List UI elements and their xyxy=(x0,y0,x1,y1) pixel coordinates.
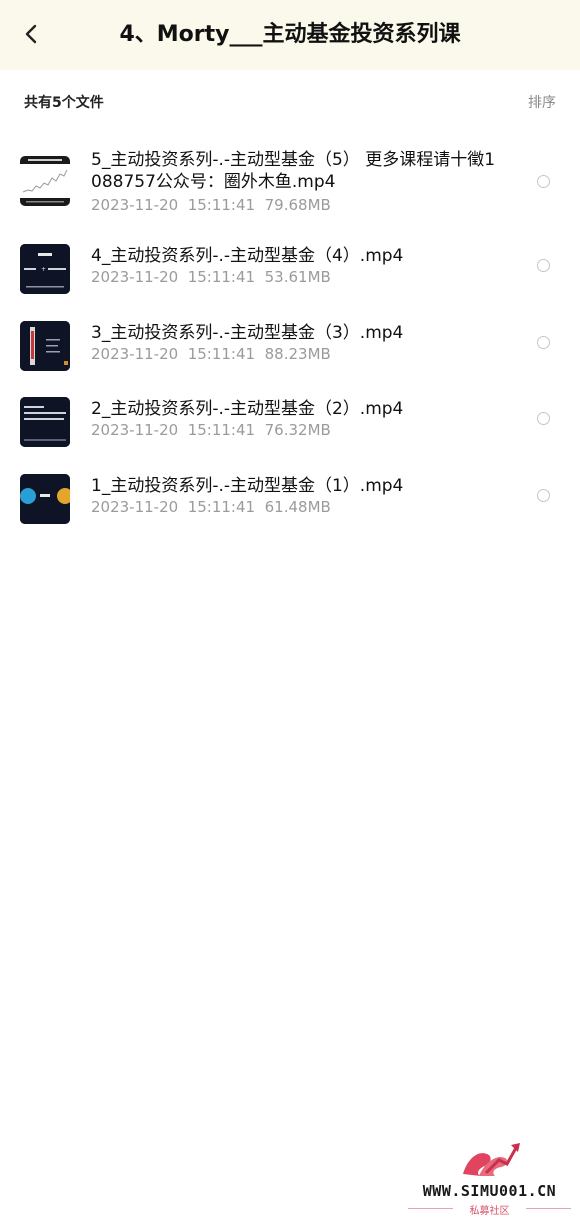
file-list: 5_主动投资系列-.-主动型基金（5） 更多课程请十徵1088757公众号：圈外… xyxy=(0,140,580,535)
watermark: WWW.SIMU001.CN 私募社区 xyxy=(402,1138,577,1218)
file-list-item[interactable]: 2_主动投资系列-.-主动型基金（2）.mp4 2023-11-20 15:11… xyxy=(0,382,580,459)
file-list-item[interactable]: 3_主动投资系列-.-主动型基金（3）.mp4 2023-11-20 15:11… xyxy=(0,306,580,383)
file-meta: 2023-11-20 15:11:41 76.32MB xyxy=(91,421,331,439)
file-date: 2023-11-20 15:11:41 xyxy=(91,497,256,516)
header-bar: 4、Morty___主动基金投资系列课 xyxy=(0,0,580,70)
file-name: 5_主动投资系列-.-主动型基金（5） 更多课程请十徵1088757公众号：圈外… xyxy=(91,150,496,192)
svg-text:+: + xyxy=(41,266,46,273)
sort-button[interactable]: 排序 xyxy=(528,92,556,112)
file-name: 4_主动投资系列-.-主动型基金（4）.mp4 xyxy=(91,246,404,266)
chevron-left-icon xyxy=(25,24,37,44)
file-meta: 2023-11-20 15:11:41 53.61MB xyxy=(91,268,331,286)
file-list-item[interactable]: 1_主动投资系列-.-主动型基金（1）.mp4 2023-11-20 15:11… xyxy=(0,459,580,536)
file-size: 79.68MB xyxy=(264,196,331,214)
video-thumbnail xyxy=(20,156,70,206)
file-name: 3_主动投资系列-.-主动型基金（3）.mp4 xyxy=(91,322,404,343)
file-size: 88.23MB xyxy=(264,344,331,363)
file-meta: 2023-11-20 15:11:41 88.23MB xyxy=(91,345,331,363)
file-date: 2023-11-20 15:11:41 xyxy=(91,268,256,286)
watermark-url: WWW.SIMU001.CN xyxy=(422,1182,557,1200)
file-list-item[interactable]: 5_主动投资系列-.-主动型基金（5） 更多课程请十徵1088757公众号：圈外… xyxy=(0,140,580,229)
select-radio[interactable] xyxy=(537,175,550,188)
file-size: 53.61MB xyxy=(264,268,331,286)
file-date: 2023-11-20 15:11:41 xyxy=(91,344,256,363)
watermark-subtitle: 私募社区 xyxy=(469,1206,510,1217)
select-radio[interactable] xyxy=(537,412,550,425)
video-thumbnail xyxy=(20,397,70,447)
video-thumbnail: + xyxy=(20,244,70,294)
back-button[interactable] xyxy=(14,17,48,51)
file-count-label: 共有5个文件 xyxy=(24,95,104,111)
video-thumbnail xyxy=(20,473,70,524)
file-meta: 2023-11-20 15:11:41 61.48MB xyxy=(91,498,331,516)
file-name: 1_主动投资系列-.-主动型基金（1）.mp4 xyxy=(91,475,404,496)
select-radio[interactable] xyxy=(537,335,550,349)
file-date: 2023-11-20 15:11:41 xyxy=(91,421,256,439)
select-radio[interactable] xyxy=(537,259,550,272)
file-date: 2023-11-20 15:11:41 xyxy=(91,196,256,214)
select-radio[interactable] xyxy=(537,488,550,502)
file-size: 61.48MB xyxy=(264,497,331,516)
page-title: 4、Morty___主动基金投资系列课 xyxy=(119,22,461,47)
file-name: 2_主动投资系列-.-主动型基金（2）.mp4 xyxy=(91,399,404,419)
watermark-divider-right xyxy=(526,1208,571,1209)
file-meta: 2023-11-20 15:11:41 79.68MB xyxy=(91,196,331,214)
file-list-item[interactable]: + 4_主动投资系列-.-主动型基金（4）.mp4 2023-11-20 15:… xyxy=(0,229,580,306)
video-thumbnail xyxy=(20,320,70,371)
watermark-logo-icon xyxy=(463,1143,520,1176)
file-size: 76.32MB xyxy=(264,421,331,439)
